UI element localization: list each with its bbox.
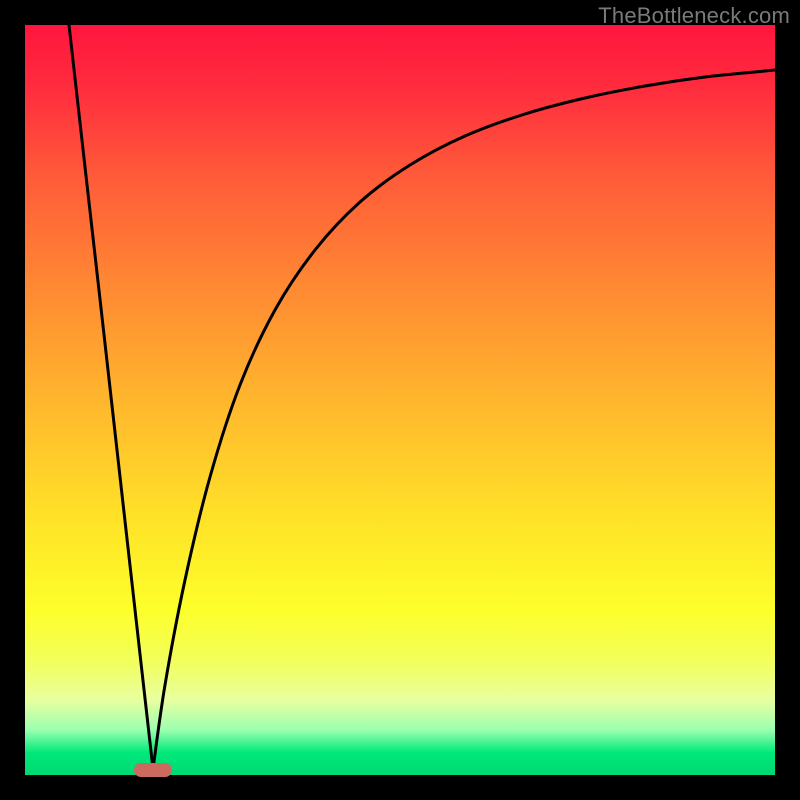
- chart-svg: [25, 25, 775, 775]
- chart-plot-area: [25, 25, 775, 775]
- curve-left-branch: [69, 25, 153, 769]
- curve-right-branch: [153, 70, 775, 769]
- watermark-text: TheBottleneck.com: [598, 3, 790, 29]
- bottleneck-marker: [134, 763, 172, 777]
